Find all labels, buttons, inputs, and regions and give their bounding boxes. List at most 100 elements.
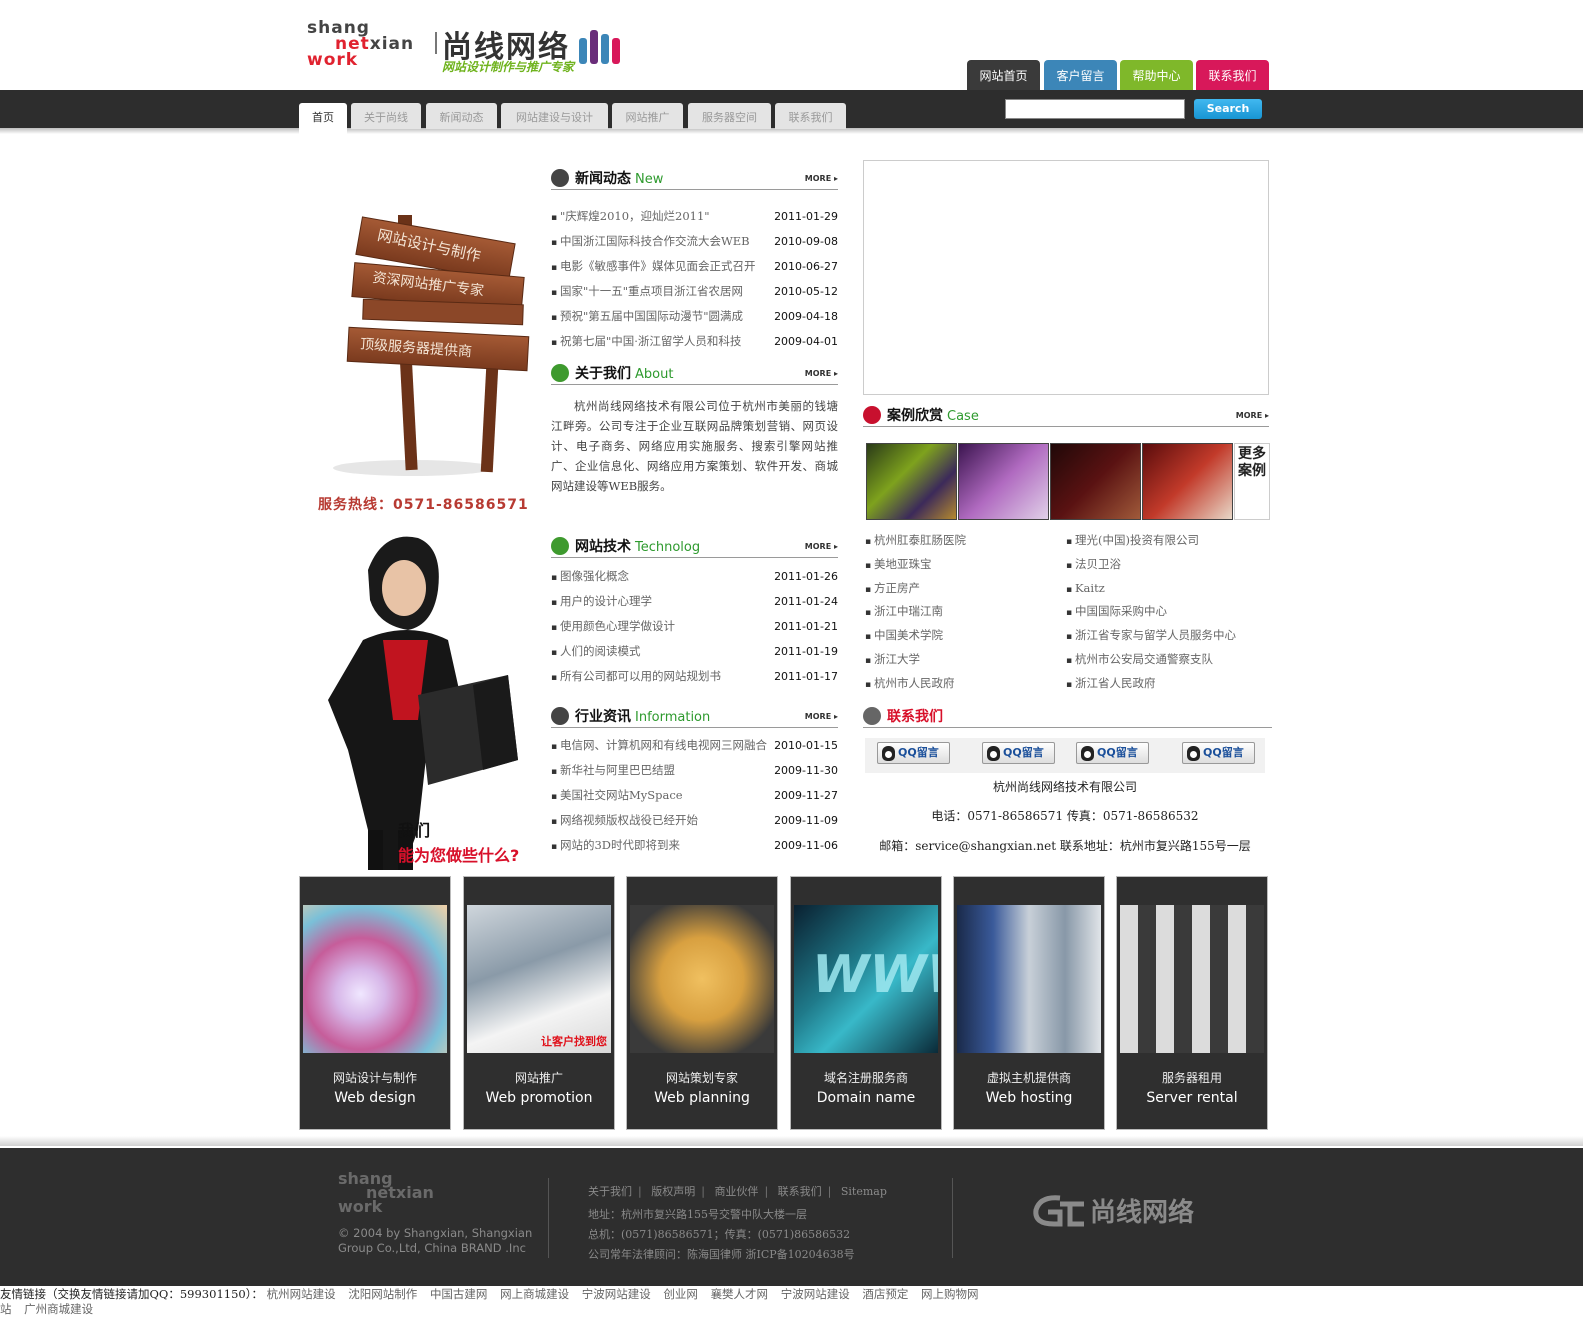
list-item[interactable]: 中国美术学院 <box>865 624 966 648</box>
news-list: "庆辉煌2010，迎灿烂2011"2011-01-29 中国浙江国际科技合作交流… <box>551 204 838 354</box>
friend-link[interactable]: 网上商城建设 <box>500 1287 569 1301</box>
list-item[interactable]: 浙江大学 <box>865 648 966 672</box>
top-tab-contact[interactable]: 联系我们 <box>1196 60 1269 90</box>
news-more-link[interactable]: MORE ▸ <box>805 174 838 183</box>
cases-more-link[interactable]: MORE ▸ <box>1236 411 1269 420</box>
list-item[interactable]: 电信网、计算机网和有线电视网三网融合2010-01-15 <box>551 733 838 758</box>
qq-message-button[interactable]: QQ留言 <box>982 742 1055 764</box>
friend-link[interactable]: 宁波网站建设 <box>582 1287 651 1301</box>
qq-message-button[interactable]: QQ留言 <box>877 742 950 764</box>
tech-more-link[interactable]: MORE ▸ <box>805 542 838 551</box>
list-item[interactable]: 新华社与阿里巴巴结盟2009-11-30 <box>551 758 838 783</box>
slogan-what-can-we-do: 能为您做些什么? <box>398 846 520 865</box>
search-input[interactable] <box>1005 99 1185 119</box>
qq-message-button[interactable]: QQ留言 <box>1076 742 1149 764</box>
list-item[interactable]: 人们的阅读模式2011-01-19 <box>551 639 838 664</box>
friend-link[interactable]: 中国古建网 <box>430 1287 488 1301</box>
list-item[interactable]: Kaitz <box>1066 577 1236 601</box>
footer-link-about[interactable]: 关于我们 <box>588 1185 632 1198</box>
industry-more-link[interactable]: MORE ▸ <box>805 712 838 721</box>
top-tab-home[interactable]: 网站首页 <box>967 60 1040 90</box>
list-item[interactable]: 理光(中国)投资有限公司 <box>1066 529 1236 553</box>
list-item[interactable]: 美国社交网站MySpace2009-11-27 <box>551 783 838 808</box>
list-item[interactable]: 所有公司都可以用的网站规划书2011-01-17 <box>551 664 838 689</box>
list-item[interactable]: 用户的设计心理学2011-01-24 <box>551 589 838 614</box>
search-button[interactable]: Search <box>1194 99 1262 119</box>
about-more-link[interactable]: MORE ▸ <box>805 369 838 378</box>
list-item[interactable]: 预祝"第五届中国国际动漫节"圆满成2009-04-18 <box>551 304 838 329</box>
case-thumb[interactable] <box>1142 443 1233 520</box>
list-item[interactable]: 浙江省人民政府 <box>1066 672 1236 696</box>
service-hotline: 服务热线：0571-86586571 <box>318 497 529 513</box>
site-logo[interactable]: shang netxian work 尚线网络 网站设计制作与推广专家 <box>307 20 637 75</box>
friend-link[interactable]: 广州商城建设 <box>24 1302 93 1316</box>
service-web-planning[interactable]: 网站策划专家 Web planning <box>626 876 778 1130</box>
friend-link[interactable]: 酒店预定 <box>862 1287 908 1301</box>
nav-tab-promotion[interactable]: 网站推广 <box>612 103 683 129</box>
list-item[interactable]: 国家"十一五"重点项目浙江省农居网2010-05-12 <box>551 279 838 304</box>
list-item[interactable]: 杭州市人民政府 <box>865 672 966 696</box>
www-overlay-text: WWW <box>812 945 938 1005</box>
nav-tab-news[interactable]: 新闻动态 <box>426 103 497 129</box>
list-item[interactable]: 法贝卫浴 <box>1066 553 1236 577</box>
pens-icon <box>579 28 625 64</box>
footer-divider <box>952 1178 953 1258</box>
list-item[interactable]: 美地亚珠宝 <box>865 553 966 577</box>
case-thumb[interactable] <box>1050 443 1141 520</box>
footer-link-contact[interactable]: 联系我们 <box>778 1185 822 1198</box>
nav-tab-home[interactable]: 首页 <box>299 103 347 141</box>
service-web-promotion[interactable]: 让客户找到您 网站推广 Web promotion <box>463 876 615 1130</box>
tech-list: 图像强化概念2011-01-26 用户的设计心理学2011-01-24 使用颜色… <box>551 564 838 689</box>
footer-link-partners[interactable]: 商业伙伴 <box>714 1185 758 1198</box>
service-domain-name[interactable]: WWW 域名注册服务商 Domain name <box>790 876 942 1130</box>
top-tab-help[interactable]: 帮助中心 <box>1120 60 1193 90</box>
industry-header: 行业资讯 Information MORE ▸ <box>551 704 838 728</box>
logo-slogan: 网站设计制作与推广专家 <box>442 60 575 74</box>
service-web-hosting[interactable]: 虚拟主机提供商 Web hosting <box>953 876 1105 1130</box>
list-item[interactable]: 网站的3D时代即将到来2009-11-06 <box>551 833 838 858</box>
contact-phone: 电话：0571-86586571 传真：0571-86586532 <box>931 809 1199 823</box>
list-item[interactable]: 杭州市公安局交通警察支队 <box>1066 648 1236 672</box>
friend-link[interactable]: 宁波网站建设 <box>781 1287 850 1301</box>
cases-header: 案例欣赏 Case MORE ▸ <box>863 403 1269 427</box>
list-item[interactable]: 中国国际采购中心 <box>1066 600 1236 624</box>
list-item[interactable]: 方正房产 <box>865 577 966 601</box>
footer-link-copyright[interactable]: 版权声明 <box>651 1185 695 1198</box>
top-tab-guestbook[interactable]: 客户留言 <box>1044 60 1117 90</box>
nav-tab-about[interactable]: 关于尚线 <box>351 103 421 129</box>
qq-message-button[interactable]: QQ留言 <box>1182 742 1255 764</box>
friend-link[interactable]: 沈阳网站制作 <box>348 1287 417 1301</box>
friend-link[interactable]: 创业网 <box>663 1287 698 1301</box>
friend-link[interactable]: 杭州网站建设 <box>267 1287 336 1301</box>
service-server-rental[interactable]: 服务器租用 Server rental <box>1116 876 1268 1130</box>
list-item[interactable]: 中国浙江国际科技合作交流大会WEB2010-09-08 <box>551 229 838 254</box>
list-item[interactable]: 使用颜色心理学做设计2011-01-21 <box>551 614 838 639</box>
case-thumb[interactable] <box>866 443 957 520</box>
promotion-overlay-text: 让客户找到您 <box>541 1035 607 1048</box>
qq-penguin-icon <box>1187 746 1200 761</box>
nav-tab-web-design[interactable]: 网站建设与设计 <box>501 103 608 129</box>
case-list-left: 杭州肛泰肛肠医院 美地亚珠宝 方正房产 浙江中瑞江南 中国美术学院 浙江大学 杭… <box>865 529 966 696</box>
list-item[interactable]: 杭州肛泰肛肠医院 <box>865 529 966 553</box>
list-item[interactable]: 图像强化概念2011-01-26 <box>551 564 838 589</box>
footer-divider <box>548 1178 549 1258</box>
list-item[interactable]: 电影《敏感事件》媒体见面会正式召开2010-06-27 <box>551 254 838 279</box>
about-icon <box>551 364 569 382</box>
tech-icon <box>551 537 569 555</box>
nav-tab-contact[interactable]: 联系我们 <box>775 103 846 129</box>
footer-copyright: © 2004 by Shangxian, Shangxian Group Co.… <box>338 1226 533 1255</box>
list-item[interactable]: 浙江中瑞江南 <box>865 600 966 624</box>
case-thumb[interactable] <box>958 443 1049 520</box>
nav-tab-server[interactable]: 服务器空间 <box>688 103 771 129</box>
footer-link-sitemap[interactable]: Sitemap <box>841 1185 887 1198</box>
friend-link[interactable]: 襄樊人才网 <box>711 1287 769 1301</box>
cases-title: 案例欣赏 Case <box>887 408 979 424</box>
list-item[interactable]: 浙江省专家与留学人员服务中心 <box>1066 624 1236 648</box>
more-cases-link[interactable]: 更多案例 <box>1234 443 1270 520</box>
cases-icon <box>863 406 881 424</box>
contact-company: 杭州尚线网络技术有限公司 <box>992 780 1137 794</box>
list-item[interactable]: "庆辉煌2010，迎灿烂2011"2011-01-29 <box>551 204 838 229</box>
list-item[interactable]: 祝第七届"中国·浙江留学人员和科技2009-04-01 <box>551 329 838 354</box>
list-item[interactable]: 网络视频版权战役已经开始2009-11-09 <box>551 808 838 833</box>
service-web-design[interactable]: 网站设计与制作 Web design <box>299 876 451 1130</box>
